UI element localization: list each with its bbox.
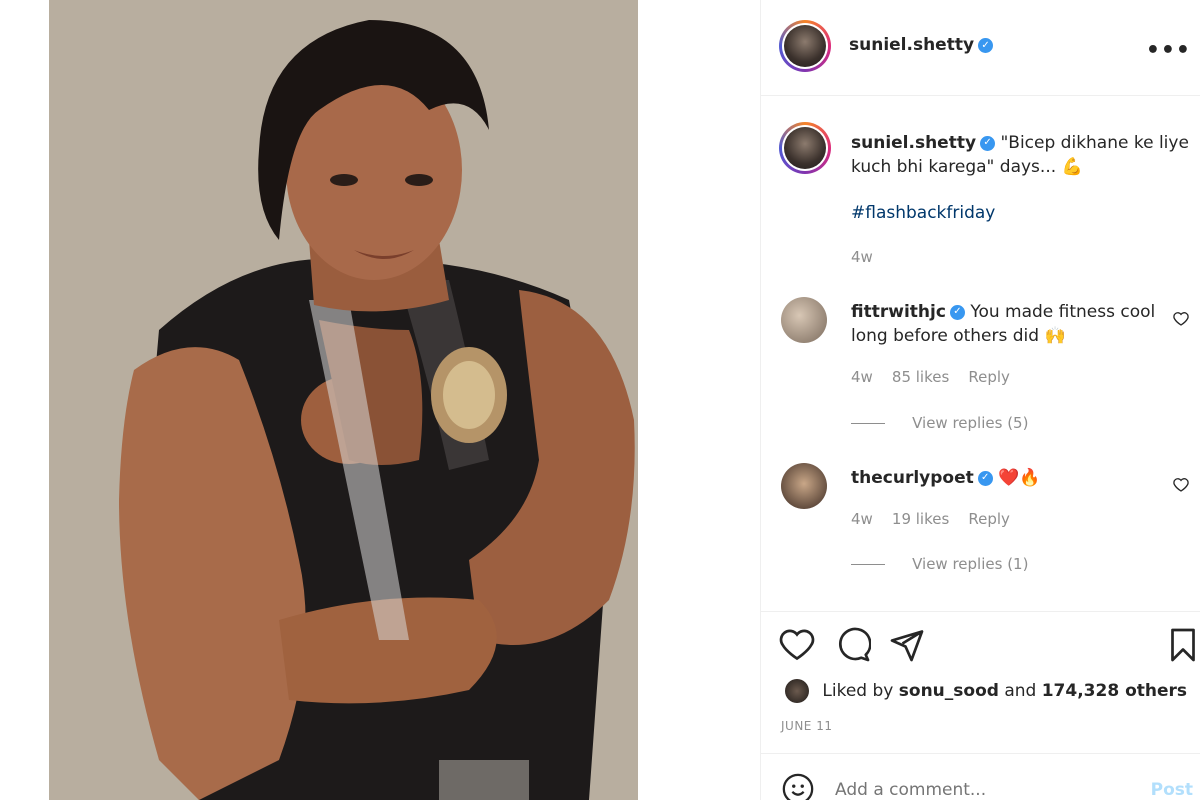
liker-avatar[interactable] (785, 679, 809, 703)
caption-age-row: 4w (851, 247, 1200, 266)
likes-prefix: Liked by (822, 681, 894, 701)
verified-icon: ✓ (978, 38, 994, 53)
author-username[interactable]: suniel.shetty (849, 35, 974, 55)
comment-emoji: ❤️🔥 (998, 468, 1041, 488)
comment-avatar[interactable] (781, 463, 827, 509)
author-avatar[interactable] (779, 20, 831, 72)
comment-avatar[interactable] (781, 297, 827, 343)
divider (851, 564, 885, 565)
comment-meta: 4w 85 likes Reply (851, 367, 1200, 386)
post-header: suniel.shetty ✓ ••• (761, 0, 1200, 96)
comment-age: 4w (851, 510, 873, 528)
comment-likes[interactable]: 85 likes (892, 368, 949, 386)
comments-section: suniel.shetty ✓ "Bicep dikhane ke liye ku… (761, 97, 1200, 612)
post-button[interactable]: Post (1151, 780, 1193, 800)
likes-others[interactable]: 174,328 others (1042, 681, 1187, 701)
comment-item: fittrwithjc ✓ You made fitness cool long … (851, 300, 1161, 348)
view-replies[interactable]: View replies (1) (851, 554, 1200, 573)
caption-avatar[interactable] (779, 122, 831, 174)
view-replies-label[interactable]: View replies (1) (912, 555, 1028, 573)
photo-illustration (49, 0, 638, 800)
caption-username[interactable]: suniel.shetty (851, 133, 976, 153)
photo-area (0, 0, 760, 800)
verified-icon: ✓ (980, 135, 996, 151)
comment-item: thecurlypoet ✓ ❤️🔥 (851, 466, 1161, 490)
emoji-icon[interactable] (781, 772, 815, 800)
divider (851, 423, 885, 424)
caption-age: 4w (851, 248, 873, 266)
comment-box: Post (761, 753, 1200, 800)
comment-username[interactable]: thecurlypoet (851, 468, 974, 488)
likes-middle: and (1004, 681, 1037, 701)
caption: suniel.shetty ✓ "Bicep dikhane ke liye ku… (851, 131, 1191, 179)
reply-button[interactable]: Reply (968, 510, 1010, 528)
comment-meta: 4w 19 likes Reply (851, 509, 1200, 528)
comment-username[interactable]: fittrwithjc (851, 302, 946, 322)
comment-emoji: 🙌 (1044, 326, 1066, 346)
avatar-image (784, 127, 826, 169)
heart-icon[interactable] (1173, 311, 1189, 327)
hashtag-row: #flashbackfriday (851, 203, 1200, 223)
hashtag-link[interactable]: #flashbackfriday (851, 203, 995, 223)
liker-username[interactable]: sonu_sood (899, 681, 999, 701)
view-replies-label[interactable]: View replies (5) (912, 414, 1028, 432)
heart-icon[interactable] (1173, 477, 1189, 493)
bookmark-icon[interactable] (1165, 627, 1200, 663)
post-panel: suniel.shetty ✓ ••• suniel.shetty ✓ "Bicep… (760, 0, 1200, 800)
comment-likes[interactable]: 19 likes (892, 510, 949, 528)
post-actions: Liked by sonu_sood and 174,328 others JU… (761, 613, 1200, 753)
verified-icon: ✓ (949, 304, 965, 320)
comment-icon[interactable] (835, 627, 871, 663)
heart-icon[interactable] (779, 627, 815, 663)
reply-button[interactable]: Reply (968, 368, 1010, 386)
likes-summary: Liked by sonu_sood and 174,328 others (785, 679, 1187, 703)
view-replies[interactable]: View replies (5) (851, 413, 1200, 432)
caption-emoji: 💪 (1061, 157, 1083, 177)
verified-icon: ✓ (977, 470, 993, 486)
comment-input[interactable] (835, 776, 1135, 800)
avatar-image (784, 25, 826, 67)
more-icon[interactable]: ••• (1146, 38, 1191, 63)
comment-age: 4w (851, 368, 873, 386)
share-icon[interactable] (889, 627, 925, 663)
post-date: JUNE 11 (781, 719, 833, 733)
post-photo[interactable] (49, 0, 638, 800)
